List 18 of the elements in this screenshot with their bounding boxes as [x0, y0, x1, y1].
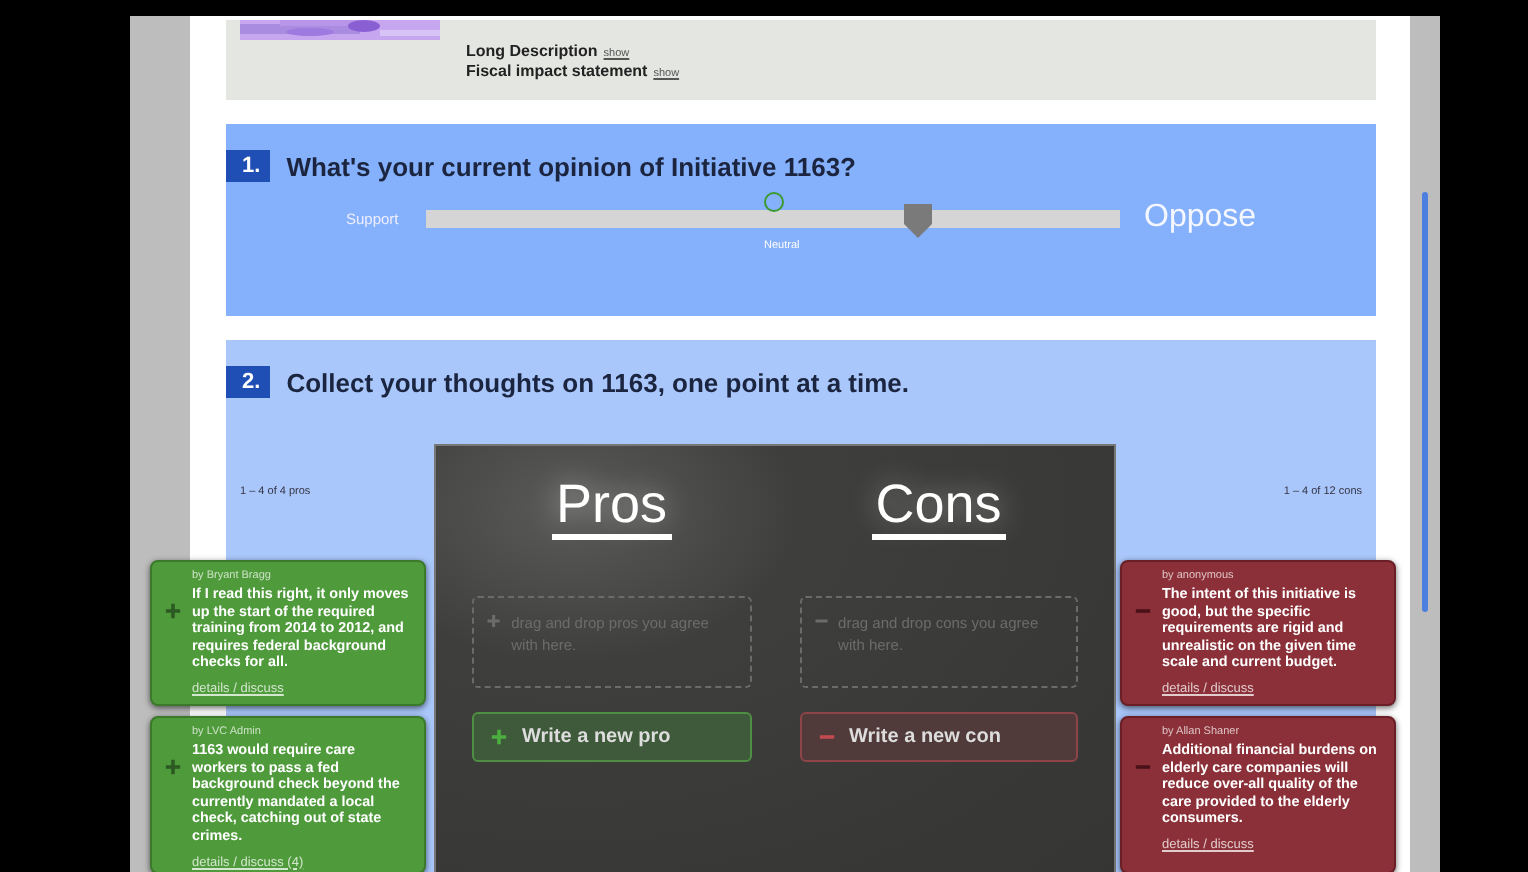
question-text: What's your current opinion of Initiative 1163? [286, 151, 856, 181]
plus-icon [164, 602, 182, 620]
write-con-button[interactable]: Write a new con [799, 712, 1078, 762]
slider-thumb[interactable] [904, 204, 933, 238]
section-label: Fiscal impact statement [466, 62, 648, 80]
oppose-label: Oppose [1144, 199, 1257, 235]
column-heading: Pros [551, 474, 672, 540]
plus-icon [486, 612, 502, 630]
scrollbar[interactable] [1422, 192, 1428, 612]
neutral-marker-icon [764, 192, 784, 212]
column-heading: Cons [871, 474, 1006, 540]
write-pro-button[interactable]: Write a new pro [472, 712, 751, 762]
question-text: Collect your thoughts on 1163, one point at a time. [286, 367, 910, 397]
question-number: 1. [226, 150, 271, 182]
plus-icon [490, 728, 508, 746]
section-label: Long Description [466, 42, 598, 60]
plus-icon [164, 758, 182, 776]
question-number: 2. [226, 366, 271, 398]
